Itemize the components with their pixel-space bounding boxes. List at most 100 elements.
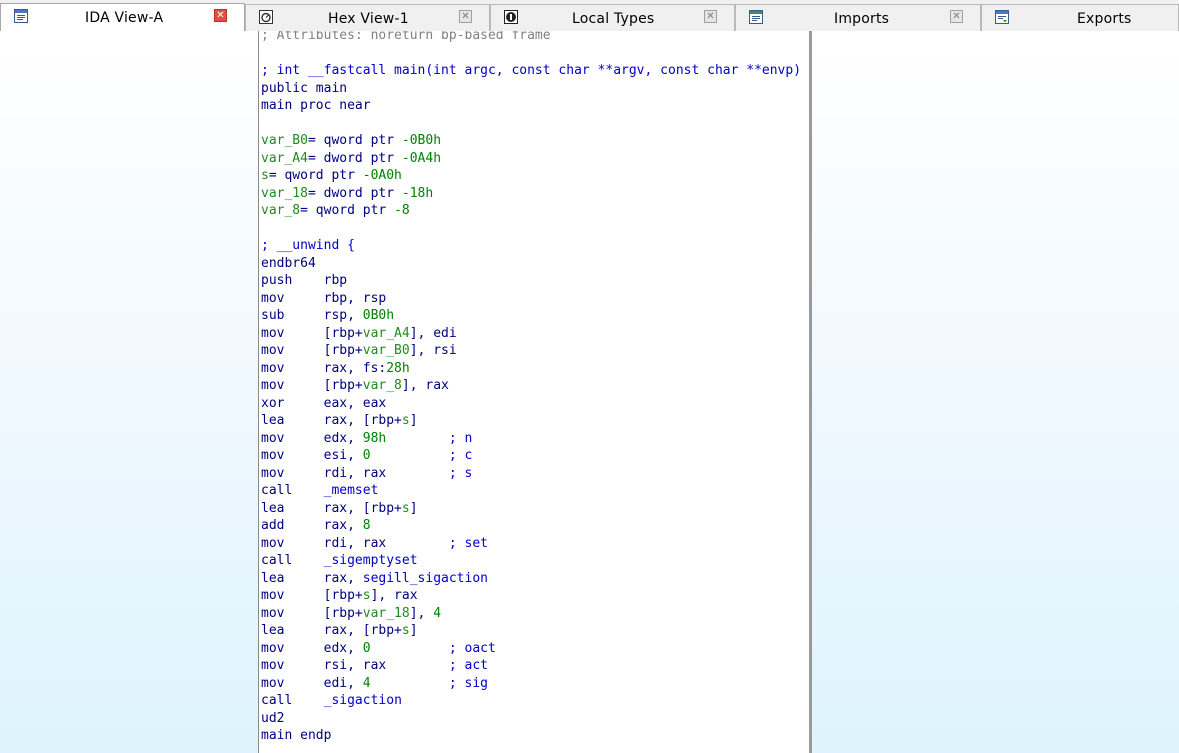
- graph-background-left[interactable]: [0, 31, 258, 753]
- disasm-token[interactable]: -18h: [402, 186, 433, 201]
- disasm-token[interactable]: mov rsi, rax: [261, 658, 449, 673]
- disasm-line[interactable]: ; Attributes: noreturn bp-based frame: [261, 31, 801, 45]
- disasm-line[interactable]: mov rdi, rax ; s: [261, 465, 801, 483]
- disasm-token[interactable]: ],: [410, 606, 433, 621]
- disasm-token[interactable]: ], rax: [402, 378, 449, 393]
- disasm-token[interactable]: ; act: [449, 658, 488, 673]
- disasm-token[interactable]: call: [261, 693, 324, 708]
- disasm-token[interactable]: mov edi,: [261, 676, 363, 691]
- disasm-line[interactable]: var_18= dword ptr -18h: [261, 185, 801, 203]
- disasm-token[interactable]: var_8: [261, 203, 300, 218]
- disasm-line[interactable]: sub rsp, 0B0h: [261, 307, 801, 325]
- disasm-token[interactable]: ; Attributes: noreturn bp-based frame: [261, 31, 551, 43]
- disasm-line[interactable]: endbr64: [261, 255, 801, 273]
- disasm-line[interactable]: call _memset: [261, 482, 801, 500]
- disasm-token[interactable]: var_A4: [363, 326, 410, 341]
- disasm-line[interactable]: main endp: [261, 727, 801, 745]
- disasm-line[interactable]: lea rax, segill_sigaction: [261, 570, 801, 588]
- disasm-token[interactable]: = qword ptr: [269, 168, 363, 183]
- disasm-line[interactable]: mov edx, 0 ; oact: [261, 640, 801, 658]
- function-graph-node[interactable]: ; Attributes: noreturn bp-based frame ; i…: [258, 31, 812, 753]
- graph-background-right[interactable]: [812, 31, 1179, 753]
- disasm-token[interactable]: ]: [410, 623, 418, 638]
- disasm-token[interactable]: s: [363, 588, 371, 603]
- disasm-line[interactable]: ; __unwind {: [261, 237, 801, 255]
- disasm-line[interactable]: s= qword ptr -0A0h: [261, 167, 801, 185]
- disasm-token[interactable]: main proc near: [261, 98, 371, 113]
- disasm-token[interactable]: s: [402, 413, 410, 428]
- close-icon[interactable]: ✕: [950, 10, 963, 23]
- disasm-token[interactable]: ; s: [449, 466, 472, 481]
- disasm-line[interactable]: mov [rbp+var_B0], rsi: [261, 342, 801, 360]
- disasm-token[interactable]: add rax,: [261, 518, 363, 533]
- disasm-token[interactable]: mov [rbp+: [261, 343, 363, 358]
- disasm-line[interactable]: xor eax, eax: [261, 395, 801, 413]
- disasm-token[interactable]: ]: [410, 501, 418, 516]
- disasm-line[interactable]: var_B0= qword ptr -0B0h: [261, 132, 801, 150]
- disasm-token[interactable]: ; n: [386, 431, 472, 446]
- disasm-token[interactable]: 0: [363, 448, 371, 463]
- disasm-line[interactable]: mov esi, 0 ; c: [261, 447, 801, 465]
- disasm-line[interactable]: var_8= qword ptr -8: [261, 202, 801, 220]
- disasm-token[interactable]: = qword ptr: [300, 203, 394, 218]
- disasm-line[interactable]: mov rax, fs:28h: [261, 360, 801, 378]
- disasm-token[interactable]: segill_sigaction: [363, 571, 488, 586]
- disasm-token[interactable]: mov edx,: [261, 431, 363, 446]
- disasm-line[interactable]: ; int __fastcall main(int argc, const ch…: [261, 62, 801, 80]
- disasm-token[interactable]: ; sig: [371, 676, 488, 691]
- disasm-token[interactable]: -8: [394, 203, 410, 218]
- tab-hex-view-1[interactable]: Hex View-1 ✕: [245, 4, 490, 31]
- tab-exports[interactable]: Exports: [981, 4, 1179, 31]
- disasm-token[interactable]: main endp: [261, 728, 331, 743]
- tab-local-types[interactable]: Local Types ✕: [490, 4, 735, 31]
- tab-ida-view-a[interactable]: IDA View-A ✕: [0, 3, 245, 31]
- close-icon[interactable]: ✕: [704, 10, 717, 23]
- disasm-token[interactable]: mov rbp, rsp: [261, 291, 386, 306]
- disasm-line[interactable]: var_A4= dword ptr -0A4h: [261, 150, 801, 168]
- disasm-token[interactable]: mov [rbp+: [261, 588, 363, 603]
- disasm-line[interactable]: [261, 45, 801, 63]
- disasm-token[interactable]: _sigaction: [324, 693, 402, 708]
- disasm-token[interactable]: 98h: [363, 431, 386, 446]
- disasm-token[interactable]: = dword ptr: [308, 151, 402, 166]
- disasm-token[interactable]: var_18: [363, 606, 410, 621]
- disasm-token[interactable]: call: [261, 553, 324, 568]
- disasm-line[interactable]: public main: [261, 80, 801, 98]
- disasm-token[interactable]: ; c: [371, 448, 472, 463]
- disasm-line[interactable]: call _sigaction: [261, 692, 801, 710]
- disasm-token[interactable]: s: [402, 623, 410, 638]
- disasm-token[interactable]: ], edi: [410, 326, 457, 341]
- disasm-line[interactable]: main proc near: [261, 97, 801, 115]
- disasm-token[interactable]: = dword ptr: [308, 186, 402, 201]
- disasm-token[interactable]: s: [261, 168, 269, 183]
- disasm-token[interactable]: mov [rbp+: [261, 326, 363, 341]
- disasm-token[interactable]: ]: [410, 413, 418, 428]
- disasm-token[interactable]: mov esi,: [261, 448, 363, 463]
- disasm-token[interactable]: call: [261, 483, 324, 498]
- disasm-token[interactable]: xor eax, eax: [261, 396, 386, 411]
- disasm-token[interactable]: ], rsi: [410, 343, 457, 358]
- disasm-line[interactable]: lea rax, [rbp+s]: [261, 412, 801, 430]
- disasm-token[interactable]: var_B0: [363, 343, 410, 358]
- disasm-line[interactable]: mov rbp, rsp: [261, 290, 801, 308]
- disasm-token[interactable]: lea rax, [rbp+: [261, 623, 402, 638]
- disasm-token[interactable]: _memset: [324, 483, 379, 498]
- disasm-line[interactable]: add rax, 8: [261, 517, 801, 535]
- disasm-token[interactable]: endbr64: [261, 256, 316, 271]
- disasm-line[interactable]: call _sigemptyset: [261, 552, 801, 570]
- disasm-line[interactable]: mov [rbp+var_A4], edi: [261, 325, 801, 343]
- disasm-token[interactable]: -0A4h: [402, 151, 441, 166]
- disasm-line[interactable]: [261, 115, 801, 133]
- disasm-token[interactable]: public main: [261, 81, 347, 96]
- disasm-token[interactable]: s: [402, 501, 410, 516]
- disasm-line[interactable]: mov [rbp+s], rax: [261, 587, 801, 605]
- disassembly-listing[interactable]: ; Attributes: noreturn bp-based frame ; i…: [261, 31, 801, 745]
- disasm-token[interactable]: var_8: [363, 378, 402, 393]
- disasm-token[interactable]: mov [rbp+: [261, 378, 363, 393]
- close-icon[interactable]: ✕: [459, 10, 472, 23]
- tab-imports[interactable]: Imports ✕: [735, 4, 981, 31]
- disasm-line[interactable]: mov edx, 98h ; n: [261, 430, 801, 448]
- disasm-token[interactable]: ; int __fastcall main(int argc, const ch…: [261, 63, 801, 78]
- close-icon[interactable]: ✕: [214, 9, 227, 22]
- disasm-token[interactable]: 4: [363, 676, 371, 691]
